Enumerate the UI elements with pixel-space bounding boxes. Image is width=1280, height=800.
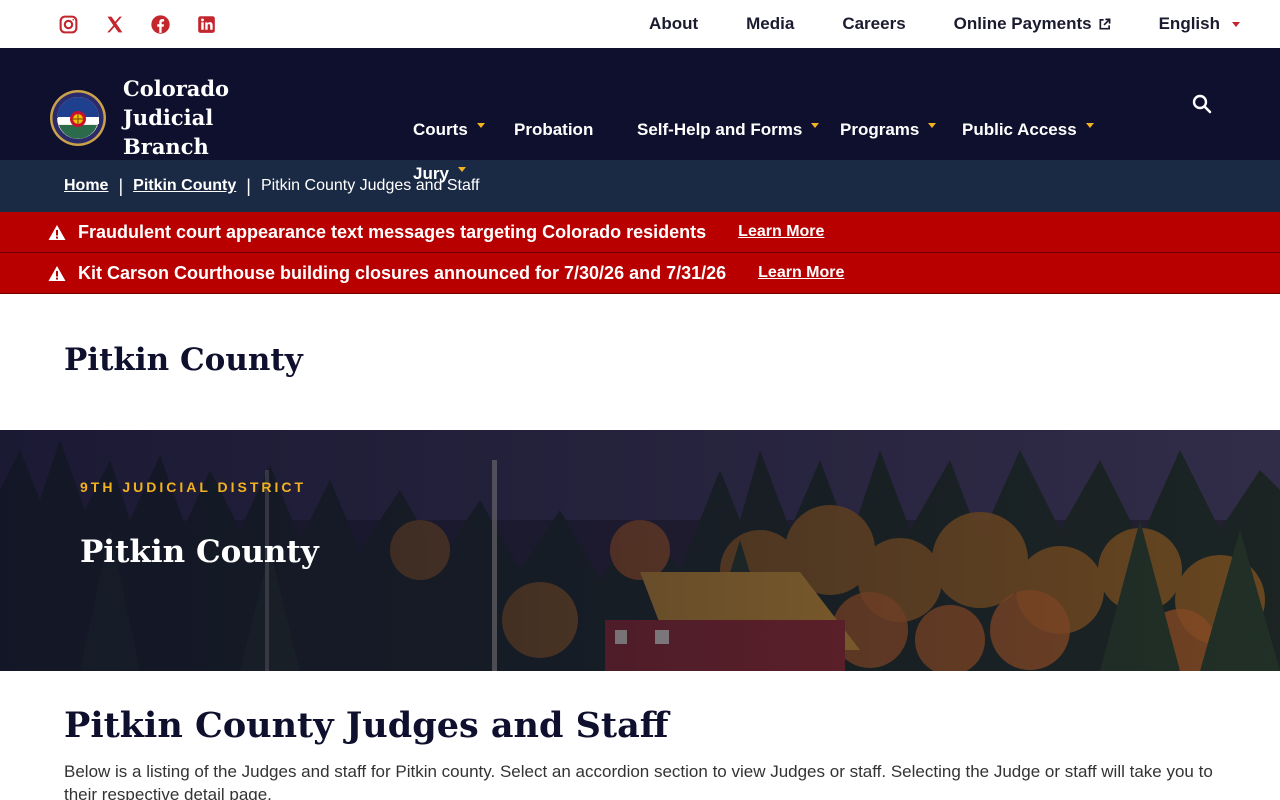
main-navigation: Colorado Judicial Branch Courts Probatio… bbox=[0, 48, 1280, 183]
language-selector[interactable]: English bbox=[1159, 14, 1240, 34]
x-icon bbox=[106, 16, 122, 32]
search-icon[interactable] bbox=[1192, 94, 1212, 114]
hero-title: Pitkin County bbox=[80, 534, 319, 570]
hero-banner: 9TH JUDICIAL DISTRICT Pitkin County bbox=[0, 430, 1280, 671]
x-link[interactable] bbox=[102, 12, 126, 36]
online-payments-link[interactable]: Online Payments bbox=[954, 14, 1111, 34]
colorado-courts-seal-icon bbox=[50, 89, 106, 146]
content-intro: Below is a listing of the Judges and sta… bbox=[64, 762, 1213, 800]
nav-courts[interactable]: Courts bbox=[413, 120, 485, 140]
about-link[interactable]: About bbox=[649, 14, 698, 34]
content-heading: Pitkin County Judges and Staff bbox=[64, 705, 669, 746]
nav-probation-label: Probation bbox=[514, 120, 594, 139]
nav-jury-label: Jury bbox=[413, 164, 449, 183]
chevron-down-icon bbox=[928, 122, 937, 128]
brand-name: Colorado Judicial Branch bbox=[123, 74, 323, 161]
brand-link[interactable]: Colorado Judicial Branch bbox=[49, 74, 323, 161]
chevron-down-icon bbox=[457, 166, 466, 172]
utility-links: About Media Careers Online Payments Engl… bbox=[649, 14, 1240, 34]
chevron-down-icon bbox=[811, 122, 820, 128]
nav-programs[interactable]: Programs bbox=[840, 120, 937, 140]
chevron-down-icon bbox=[476, 122, 485, 128]
linkedin-link[interactable] bbox=[194, 12, 218, 36]
media-link[interactable]: Media bbox=[746, 14, 794, 34]
nav-probation[interactable]: Probation bbox=[514, 120, 593, 140]
careers-link[interactable]: Careers bbox=[842, 14, 905, 34]
alert-banner: Fraudulent court appearance text message… bbox=[0, 212, 1280, 253]
alert-learn-more-link[interactable]: Learn More bbox=[738, 223, 824, 241]
main-content: Pitkin County Judges and Staff Below is … bbox=[0, 671, 1280, 800]
breadcrumb-separator: | bbox=[246, 175, 251, 196]
language-label: English bbox=[1158, 14, 1220, 33]
alert-banner: Kit Carson Courthouse building closures … bbox=[0, 253, 1280, 294]
brand-name-line2: Branch bbox=[123, 134, 209, 159]
warning-icon bbox=[48, 224, 66, 240]
hero-eyebrow: 9TH JUDICIAL DISTRICT bbox=[80, 479, 307, 495]
chevron-down-icon bbox=[1232, 21, 1240, 27]
social-links bbox=[56, 12, 218, 36]
linkedin-icon bbox=[197, 15, 215, 33]
breadcrumb-home[interactable]: Home bbox=[64, 177, 108, 195]
nav-self-help[interactable]: Self-Help and Forms bbox=[637, 120, 820, 140]
page-title: Pitkin County bbox=[64, 342, 303, 378]
instagram-icon bbox=[59, 15, 77, 33]
online-payments-label: Online Payments bbox=[953, 14, 1092, 33]
chevron-down-icon bbox=[1085, 122, 1094, 128]
nav-courts-label: Courts bbox=[413, 120, 468, 139]
alert-message: Fraudulent court appearance text message… bbox=[78, 221, 707, 242]
nav-jury[interactable]: Jury bbox=[413, 164, 466, 184]
page-header: Pitkin County bbox=[0, 294, 1280, 430]
nav-self-help-label: Self-Help and Forms bbox=[637, 120, 803, 139]
facebook-link[interactable] bbox=[148, 12, 172, 36]
external-link-icon bbox=[1099, 18, 1111, 30]
breadcrumb-county[interactable]: Pitkin County bbox=[133, 177, 236, 195]
nav-programs-label: Programs bbox=[840, 120, 920, 139]
warning-icon bbox=[48, 265, 66, 281]
alert-learn-more-link[interactable]: Learn More bbox=[758, 264, 844, 282]
breadcrumb: Home | Pitkin County | Pitkin County Jud… bbox=[0, 160, 1280, 212]
brand-name-line1: Colorado Judicial bbox=[123, 76, 230, 130]
instagram-link[interactable] bbox=[56, 12, 80, 36]
nav-public-access[interactable]: Public Access bbox=[962, 120, 1094, 140]
facebook-icon bbox=[150, 14, 170, 34]
nav-public-access-label: Public Access bbox=[962, 120, 1077, 139]
utility-bar: About Media Careers Online Payments Engl… bbox=[0, 0, 1280, 48]
alert-message: Kit Carson Courthouse building closures … bbox=[78, 262, 727, 283]
breadcrumb-separator: | bbox=[118, 175, 124, 196]
